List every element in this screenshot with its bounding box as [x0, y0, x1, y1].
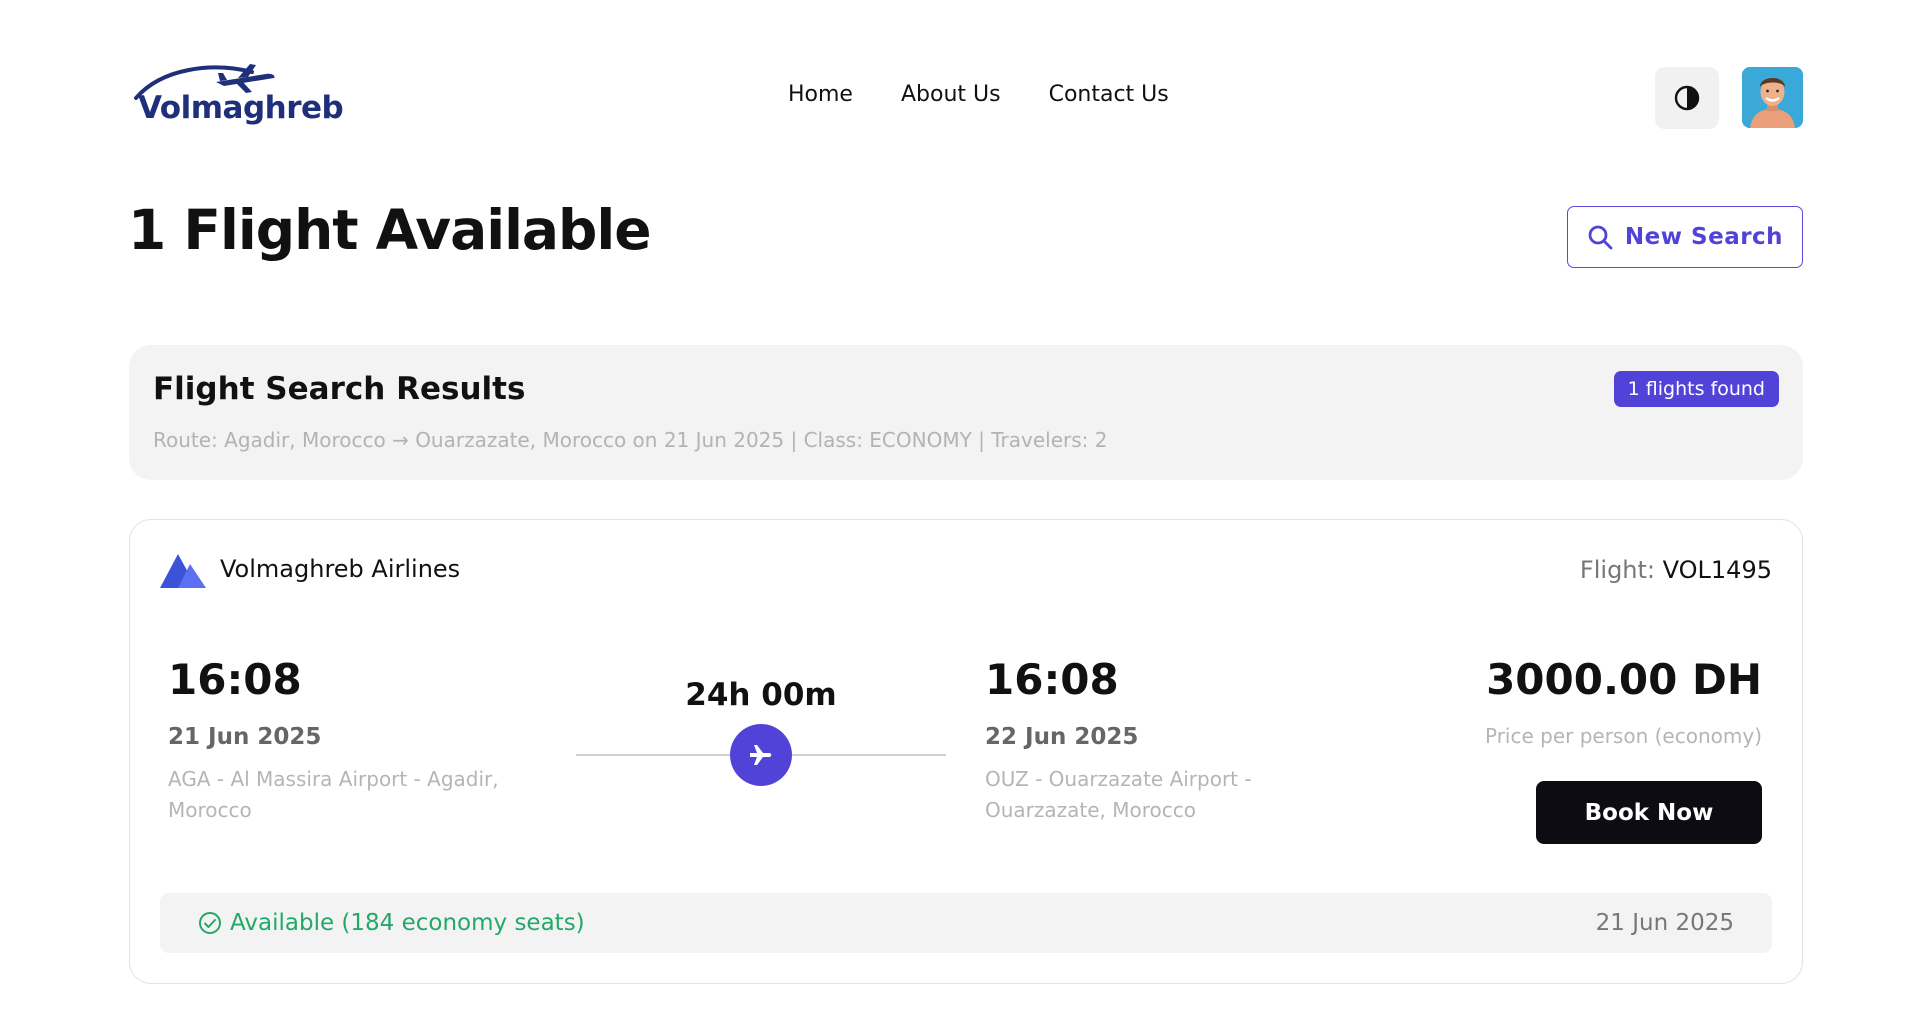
- airline-logo-icon: [160, 554, 206, 588]
- availability-status: Available (184 economy seats): [198, 910, 585, 936]
- flight-price: 3000.00 DH: [1486, 655, 1762, 704]
- brand-name: Volmaghreb: [138, 90, 344, 126]
- plane-glyph-icon: [750, 745, 772, 765]
- airplane-icon: [730, 724, 792, 786]
- summary-route-text: Route: Agadir, Morocco → Ouarzazate, Mor…: [153, 428, 1108, 452]
- arrival-airport: OUZ - Ouarzazate Airport - Ouarzazate, M…: [985, 767, 1252, 822]
- departure-date: 21 Jun 2025: [168, 724, 322, 750]
- book-now-button[interactable]: Book Now: [1536, 781, 1762, 844]
- flight-number: Flight: VOL1495: [1580, 556, 1772, 584]
- airline-name: Volmaghreb Airlines: [220, 555, 461, 583]
- departure-time: 16:08: [168, 655, 302, 704]
- summary-title: Flight Search Results: [153, 371, 526, 407]
- flights-found-badge: 1 flights found: [1613, 371, 1779, 407]
- contrast-icon: [1674, 85, 1700, 111]
- airline-info: Volmaghreb Airlines: [160, 550, 460, 588]
- search-icon: [1588, 225, 1613, 250]
- check-circle-icon: [199, 912, 221, 934]
- page-title: 1 Flight Available: [128, 198, 652, 262]
- theme-toggle-button[interactable]: [1655, 67, 1719, 129]
- flight-duration: 24h 00m: [685, 677, 837, 713]
- flight-number-label: Flight:: [1579, 556, 1656, 584]
- user-avatar[interactable]: [1742, 67, 1803, 128]
- arrival-time: 16:08: [985, 655, 1119, 704]
- availability-bar: Available (184 economy seats) 21 Jun 202…: [160, 893, 1772, 953]
- brand-logo[interactable]: Volmaghreb: [132, 60, 344, 132]
- availability-text: Available (184 economy seats): [230, 910, 585, 936]
- main-nav: Home About Us Contact Us: [788, 82, 1169, 107]
- nav-contact-us[interactable]: Contact Us: [1049, 82, 1169, 107]
- nav-about-us[interactable]: About Us: [901, 82, 1001, 107]
- new-search-label: New Search: [1624, 224, 1784, 250]
- flight-card: Volmaghreb Airlines Flight: VOL1495 16:0…: [129, 519, 1803, 984]
- avatar-photo-icon: [1742, 67, 1803, 128]
- availability-date: 21 Jun 2025: [1595, 910, 1734, 936]
- departure-airport: AGA - Al Massira Airport - Agadir, Moroc…: [168, 767, 499, 822]
- price-note: Price per person (economy): [1484, 724, 1762, 748]
- search-summary-panel: Flight Search Results Route: Agadir, Mor…: [129, 345, 1803, 480]
- new-search-button[interactable]: New Search: [1567, 206, 1803, 268]
- nav-home[interactable]: Home: [788, 82, 853, 107]
- flight-number-value: VOL1495: [1662, 556, 1772, 584]
- arrival-date: 22 Jun 2025: [985, 724, 1139, 750]
